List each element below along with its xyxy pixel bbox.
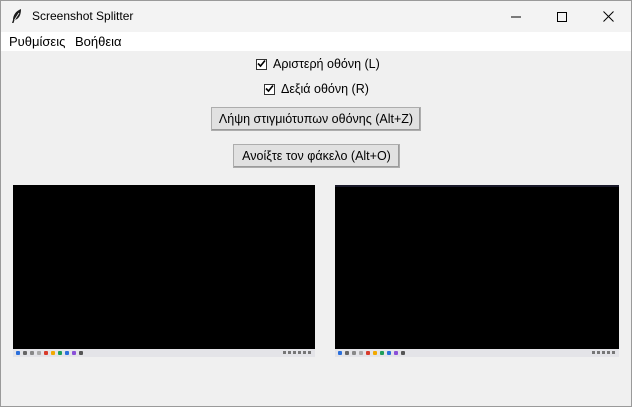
title-bar[interactable]: Screenshot Splitter — [1, 1, 631, 32]
left-screen-option[interactable]: Αριστερή οθόνη (L) — [256, 57, 380, 71]
checkmark-icon — [265, 82, 274, 96]
maximize-icon — [557, 11, 567, 22]
menu-settings[interactable]: Ρυθμίσεις — [9, 34, 65, 49]
right-screen-checkbox[interactable] — [264, 82, 275, 96]
window-title: Screenshot Splitter — [32, 9, 134, 23]
left-screen-preview — [13, 185, 315, 357]
right-screen-preview — [335, 185, 619, 357]
feather-icon — [10, 8, 24, 24]
minimize-icon — [511, 12, 521, 22]
taskbar-thumbnail — [335, 349, 619, 357]
taskbar-thumbnail — [13, 349, 315, 357]
right-screen-label: Δεξιά οθόνη (R) — [281, 82, 369, 96]
checkmark-icon — [257, 57, 266, 71]
app-window: Screenshot Splitter Ρυθμίσεις Βοήθεια Αρ… — [0, 0, 632, 407]
menu-bar: Ρυθμίσεις Βοήθεια — [1, 32, 631, 51]
capture-screenshots-button[interactable]: Λήψη στιγμιότυπων οθόνης (Alt+Z) — [211, 107, 421, 131]
left-screen-label: Αριστερή οθόνη (L) — [273, 57, 380, 71]
maximize-button[interactable] — [539, 1, 585, 32]
left-screen-checkbox[interactable] — [256, 57, 267, 71]
minimize-button[interactable] — [493, 1, 539, 32]
close-button[interactable] — [585, 1, 631, 32]
close-icon — [602, 11, 614, 22]
menu-help[interactable]: Βοήθεια — [75, 34, 122, 49]
open-folder-button[interactable]: Ανοίξτε τον φάκελο (Alt+O) — [233, 144, 400, 168]
right-screen-option[interactable]: Δεξιά οθόνη (R) — [264, 82, 369, 96]
